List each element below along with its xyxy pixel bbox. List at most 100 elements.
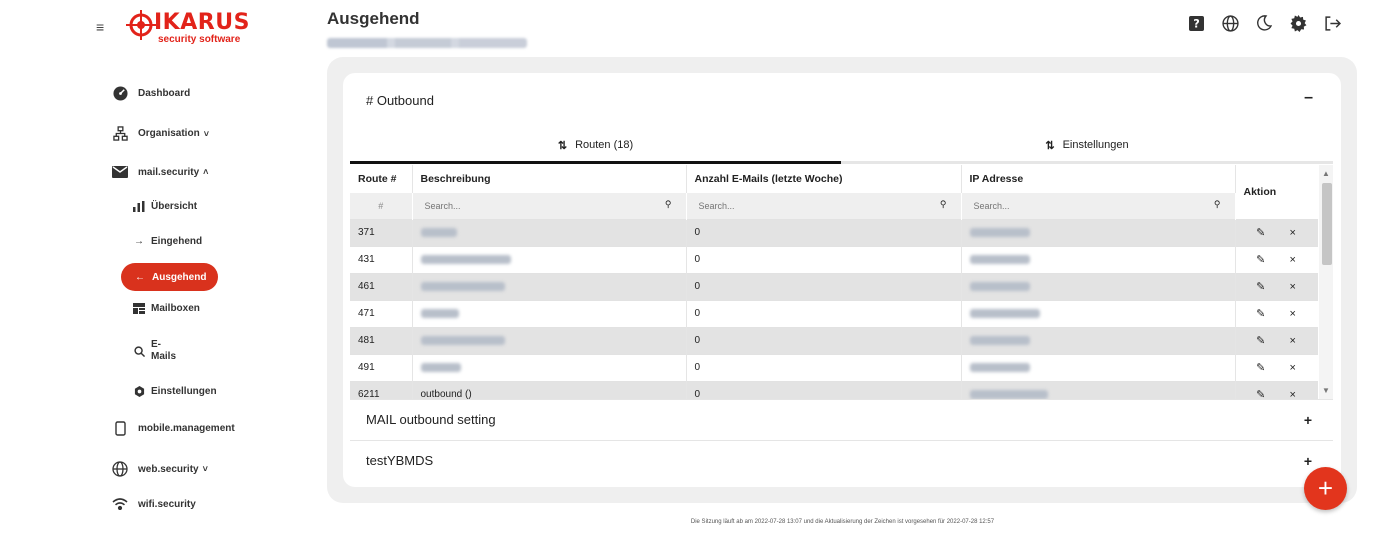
edit-icon[interactable]: ✎: [1245, 280, 1277, 293]
redacted-text: [420, 281, 505, 291]
delete-icon[interactable]: ×: [1277, 335, 1309, 347]
expand-icon[interactable]: +: [1304, 412, 1312, 428]
table-row[interactable]: 371 0 ✎ ×: [350, 218, 1318, 246]
sidebar-item-ausgehend[interactable]: ← Ausgehend: [121, 263, 219, 291]
edit-icon[interactable]: ✎: [1245, 226, 1277, 239]
sidebar-item-eingehend[interactable]: → Eingehend: [132, 236, 202, 247]
table-scrollbar[interactable]: ▲ ▼: [1319, 165, 1333, 399]
tab-label: Einstellungen: [1062, 139, 1129, 151]
cell-route: 431: [350, 245, 413, 273]
column-header-ip[interactable]: IP Adresse: [961, 165, 1236, 193]
routes-table: Route # Beschreibung Anzahl E-Mails (let…: [350, 165, 1318, 399]
ikarus-logo-mark: [126, 10, 156, 40]
scroll-down-icon[interactable]: ▼: [1322, 386, 1330, 395]
add-button[interactable]: +: [1304, 467, 1347, 510]
help-icon[interactable]: ?: [1187, 14, 1205, 32]
column-header-beschreibung[interactable]: Beschreibung: [412, 165, 687, 193]
search-icon: ⚲: [664, 199, 672, 209]
table-row[interactable]: 6211 outbound () 0 ✎ ×: [350, 380, 1318, 399]
edit-icon[interactable]: ✎: [1245, 253, 1277, 266]
sidebar: ≡ IKARUS security software Dashboard Org…: [0, 0, 300, 539]
accordion-mail-outbound-setting[interactable]: MAIL outbound setting +: [350, 399, 1333, 439]
gear-icon[interactable]: [1289, 14, 1307, 32]
tab-einstellungen[interactable]: ⇅ Einstellungen: [841, 129, 1333, 161]
sidebar-item-einstellungen[interactable]: Einstellungen: [132, 386, 217, 397]
filter-hash: #: [350, 193, 413, 219]
cell-anzahl: 0: [686, 299, 962, 327]
wifi-icon: [110, 498, 130, 510]
cell-beschreibung: [412, 299, 687, 327]
collapse-button[interactable]: –: [1304, 89, 1313, 107]
sidebar-item-uebersicht[interactable]: Übersicht: [132, 201, 197, 212]
scroll-up-icon[interactable]: ▲: [1322, 169, 1330, 178]
sidebar-item-label: E-: [151, 339, 161, 350]
table-row[interactable]: 461 0 ✎ ×: [350, 272, 1318, 300]
menu-icon[interactable]: ≡: [96, 19, 104, 35]
search-input-ip[interactable]: [967, 196, 1229, 216]
sidebar-item-e-mails[interactable]: E- Mails: [132, 339, 176, 363]
sidebar-item-organisation[interactable]: Organisation ˅: [110, 126, 209, 141]
tab-bar: ⇅ Routen (18) ⇅ Einstellungen: [350, 129, 1333, 165]
edit-icon[interactable]: ✎: [1245, 388, 1277, 399]
sidebar-item-dashboard[interactable]: Dashboard: [110, 86, 190, 101]
accordion-testybmds[interactable]: testYBMDS +: [350, 440, 1333, 480]
delete-icon[interactable]: ×: [1277, 308, 1309, 320]
cell-anzahl: 0: [686, 272, 962, 300]
delete-icon[interactable]: ×: [1277, 389, 1309, 399]
dashboard-icon: [110, 86, 130, 101]
delete-icon[interactable]: ×: [1277, 254, 1309, 266]
expand-icon[interactable]: +: [1304, 453, 1312, 469]
tab-routen[interactable]: ⇅ Routen (18): [350, 129, 841, 161]
redacted-ip: [969, 390, 1048, 399]
sidebar-item-label: Mailboxen: [151, 303, 200, 314]
cell-route: 471: [350, 299, 413, 327]
scrollbar-thumb[interactable]: [1322, 183, 1332, 265]
sidebar-item-mailboxen[interactable]: Mailboxen: [132, 303, 200, 314]
cell-route: 6211: [350, 380, 413, 399]
logout-icon[interactable]: [1323, 14, 1341, 32]
cell-anzahl: 0: [686, 218, 962, 246]
sidebar-item-mobile-management[interactable]: mobile.management: [110, 421, 235, 436]
chevron-down-icon: ˅: [203, 128, 209, 139]
edit-icon[interactable]: ✎: [1245, 334, 1277, 347]
cell-ip: [961, 353, 1236, 381]
sidebar-item-wifi-security[interactable]: wifi.security: [110, 498, 196, 510]
mailbox-icon: [132, 303, 146, 314]
redacted-ip: [969, 362, 1030, 372]
sidebar-item-label: wifi.security: [138, 498, 196, 510]
sidebar-item-web-security[interactable]: web.security ˅: [110, 461, 208, 477]
logo[interactable]: IKARUS security software: [126, 8, 286, 46]
tab-indicator-active: [350, 161, 841, 164]
chevron-down-icon: ˅: [202, 464, 208, 474]
table-header-row: Route # Beschreibung Anzahl E-Mails (let…: [350, 165, 1318, 219]
sidebar-item-mail-security[interactable]: mail.security ˄: [110, 166, 208, 178]
cell-aktion: ✎ ×: [1235, 299, 1318, 327]
cell-aktion: ✎ ×: [1235, 326, 1318, 354]
cell-aktion: ✎ ×: [1235, 380, 1318, 399]
moon-icon[interactable]: [1255, 14, 1273, 32]
table-row[interactable]: 491 0 ✎ ×: [350, 353, 1318, 381]
sidebar-item-label: Übersicht: [151, 201, 198, 212]
edit-icon[interactable]: ✎: [1245, 361, 1277, 374]
outbound-card: # Outbound – ⇅ Routen (18) ⇅ Einstellung…: [343, 73, 1341, 487]
delete-icon[interactable]: ×: [1277, 227, 1309, 239]
cell-anzahl: 0: [686, 245, 962, 273]
redacted-ip: [969, 281, 1030, 291]
delete-icon[interactable]: ×: [1277, 362, 1309, 374]
table-filter-row: # ⚲ ⚲ ⚲: [350, 193, 1318, 219]
search-input-beschreibung[interactable]: [418, 196, 680, 216]
column-header-route[interactable]: Route #: [350, 165, 413, 193]
redacted-ip: [969, 254, 1030, 264]
column-header-anzahl[interactable]: Anzahl E-Mails (letzte Woche): [686, 165, 962, 193]
cell-aktion: ✎ ×: [1235, 245, 1318, 273]
delete-icon[interactable]: ×: [1277, 281, 1309, 293]
table-row[interactable]: 481 0 ✎ ×: [350, 326, 1318, 354]
search-icon: ⚲: [939, 199, 947, 209]
bar-chart-icon: [132, 201, 146, 212]
edit-icon[interactable]: ✎: [1245, 307, 1277, 320]
table-row[interactable]: 471 0 ✎ ×: [350, 299, 1318, 327]
search-input-anzahl[interactable]: [692, 196, 955, 216]
mail-icon: [110, 166, 130, 178]
globe-icon[interactable]: [1221, 14, 1239, 32]
table-row[interactable]: 431 0 ✎ ×: [350, 245, 1318, 273]
